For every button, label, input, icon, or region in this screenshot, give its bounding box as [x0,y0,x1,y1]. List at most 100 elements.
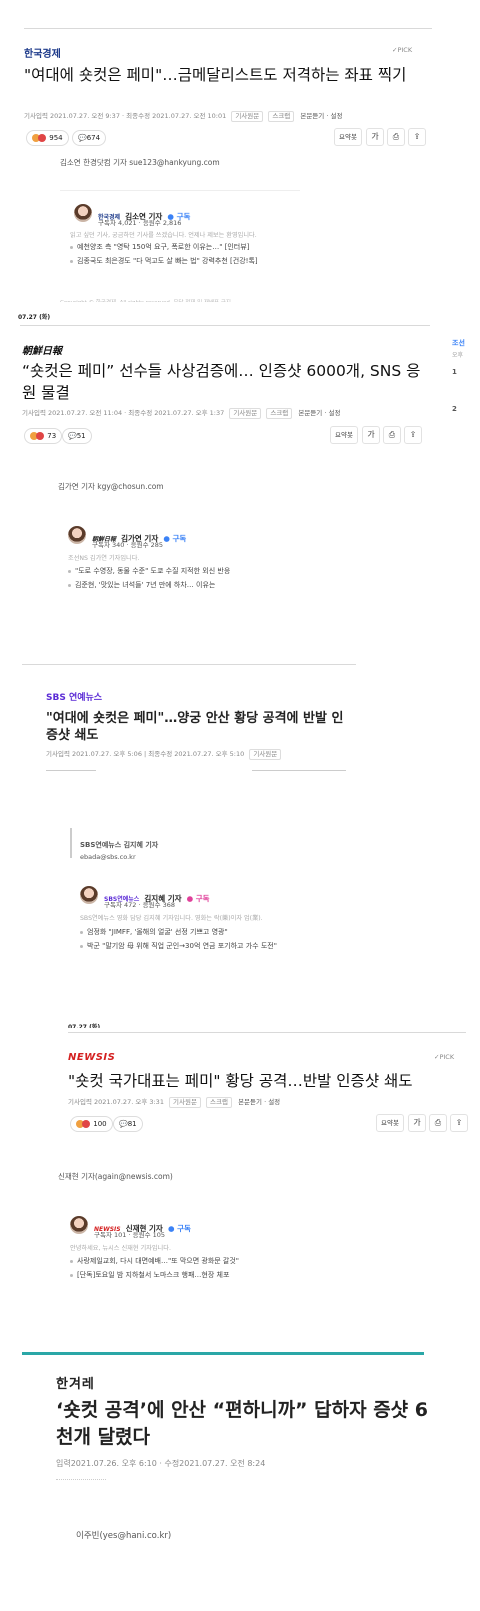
avatar [68,526,86,544]
article-meta: 기사입력 2021.07.27. 오전 9:37 · 최종수정 2021.07.… [24,110,342,122]
avatar [74,204,92,222]
article-title: ‘숏컷 공격’에 안산 “편하니까” 답하자 증샷 6천개 달렸다 [56,1399,428,1448]
reporter-stats: 구독자 4,021 · 응원수 2,816 [98,219,182,227]
side-panel-time: 오후 [452,352,464,359]
press-logo: SBS 연예뉴스 [46,693,103,703]
meta-dates: 기사입력 2021.07.27. 오후 3:31 [68,1098,164,1106]
original-link[interactable]: 기사원문 [231,111,264,122]
summary-bot-button[interactable]: 요약봇 [376,1114,404,1132]
divider [60,190,300,191]
reporter-article-link[interactable]: 엄정화 "JIMFF, '올해의 얼굴' 선정 기쁘고 영광" [80,927,228,937]
comment-button[interactable]: 💬81 [113,1116,143,1132]
reporter-stats: 구독자 101 · 응원수 105 [94,1231,166,1239]
reporter-desc: 읽고 싶던 기사, 궁금하던 기사를 쓰겠습니다. 언제나 제보는 환영입니다. [70,232,257,239]
share-icon[interactable]: ⇪ [408,128,426,146]
reaction-count: 73 [47,432,57,440]
divider [20,325,430,326]
scrap-button[interactable]: 스크랩 [268,111,295,122]
article-meta: 기사입력 2021.07.27. 오후 5:06 | 최종수정 2021.07.… [46,748,282,760]
reporter-article-link[interactable]: [단독]토요일 밤 지하철서 노마스크 행패…현장 체포 [70,1270,229,1280]
side-rank-1[interactable]: 1 [452,368,457,376]
article-title: "숏컷 국가대표는 페미" 황당 공격…반발 인증샷 쇄도 [68,1072,413,1090]
reporter-byline: 김가연 기자 kgy@chosun.com [58,482,164,491]
comment-button[interactable]: 💬674 [72,130,107,146]
meta-dates: 기사입력 2021.07.27. 오후 5:06 | 최종수정 2021.07.… [46,750,245,758]
subscribe-button[interactable]: ● 구독 [187,894,210,903]
font-size-button[interactable]: 가 [362,426,380,444]
reporter-byline: 김소연 한경닷컴 기자 sue123@hankyung.com [60,158,220,167]
divider [56,1479,106,1480]
divider [22,664,356,665]
comment-count: 674 [86,134,101,142]
comment-count: 51 [76,432,86,440]
reaction-button[interactable]: 954 [26,130,69,146]
date-strip: 07.27 (화) [18,314,51,321]
reporter-desc: SBS연예뉴스 영화 담당 김지혜 기자입니다. 영화는 락(樂)이자 업(業)… [80,915,263,922]
reaction-count: 100 [93,1120,107,1128]
press-logo: 한겨레 [56,1377,95,1392]
article-meta: 입력2021.07.26. 오후 6:10 · 수정2021.07.27. 오전… [56,1459,266,1468]
reporter-desc: 안녕하세요, 뉴시스 신재현 기자입니다. [70,1245,171,1252]
article-title: “숏컷은 페미” 선수들 사상검증에… 인증샷 6000개, SNS 응원 물결 [22,362,421,402]
meta-dates: 기사입력 2021.07.27. 오전 9:37 · 최종수정 2021.07.… [24,112,227,120]
comment-icon: 💬 [68,432,77,440]
subscribe-button[interactable]: ● 구독 [163,534,186,543]
font-size-button[interactable]: 가 [366,128,384,146]
meta-dates: 기사입력 2021.07.27. 오전 11:04 · 최종수정 2021.07… [22,409,225,417]
listen-button[interactable]: 본문듣기 · 설정 [298,409,340,417]
pick-badge: ✓PICK [434,1053,455,1061]
original-link[interactable]: 기사원문 [229,408,262,419]
comment-count: 81 [127,1120,137,1128]
font-size-button[interactable]: 가 [408,1114,426,1132]
summary-bot-button[interactable]: 요약봇 [334,128,362,146]
date-strip: 07.27 (화) [68,1024,101,1028]
listen-button[interactable]: 본문듣기 · 설정 [238,1098,280,1106]
original-link[interactable]: 기사원문 [169,1097,201,1108]
article-meta: 기사입력 2021.07.27. 오후 3:31 기사원문 스크랩 본문듣기 ·… [68,1096,280,1108]
reporter-desc: 조선NS 김가연 기자입니다. [68,555,140,562]
reporter-article-link[interactable]: 박군 "말기암 母 위해 직업 군인→30억 연금 포기하고 가수 도전" [80,941,277,951]
avatar [80,886,98,904]
print-icon[interactable]: ⎙ [387,128,405,146]
summary-bot-button[interactable]: 요약봇 [330,426,358,444]
pick-badge: ✓PICK [392,46,413,54]
copyright: Copyright © 한국경제. All rights reserved. 무… [60,298,231,302]
reporter-byline: 이주빈(yes@hani.co.kr) [76,1531,172,1541]
comment-button[interactable]: 💬51 [62,428,92,444]
article-title: "여대에 숏컷은 페미"…금메달리스트도 저격하는 좌표 찍기 [24,66,407,84]
reporter-stats: 구독자 472 · 응원수 368 [104,901,176,909]
print-icon[interactable]: ⎙ [383,426,401,444]
article-title: "여대에 숏컷은 페미"…양궁 안산 황당 공격에 반발 인증샷 쇄도 [46,711,344,743]
reporter-article-link[interactable]: 김종국도 최은경도 "다 먹고도 살 빠는 법" 강력추천 [건강!톡] [70,256,258,266]
reaction-button[interactable]: 100 [70,1116,113,1132]
side-rank-2[interactable]: 2 [452,405,457,413]
reporter-article-link[interactable]: 김준현, '맛있는 녀석들' 7년 만에 하차… 이유는 [68,580,215,590]
reporter-stats: 구독자 340 · 응원수 285 [92,541,164,549]
avatar [70,1216,88,1234]
quote-bar [70,828,72,858]
print-icon[interactable]: ⎙ [429,1114,447,1132]
original-link[interactable]: 기사원문 [249,749,282,760]
press-logo: NEWSIS [68,1052,116,1063]
sad-emoji-icon [36,432,44,440]
reporter-byline: 신재현 기자(again@newsis.com) [58,1172,173,1181]
reporter-article-link[interactable]: 사랑제일교회, 다시 대면예배…"또 막으면 광화문 갈것" [70,1256,239,1266]
divider [68,1032,466,1033]
scrap-button[interactable]: 스크랩 [206,1097,232,1108]
article-meta: 기사입력 2021.07.27. 오전 11:04 · 최종수정 2021.07… [22,407,340,419]
divider [24,28,432,29]
share-icon[interactable]: ⇪ [450,1114,468,1132]
comment-icon: 💬 [119,1120,128,1128]
press-logo: 朝鮮日報 [22,346,62,357]
scrap-button[interactable]: 스크랩 [266,408,293,419]
share-icon[interactable]: ⇪ [404,426,422,444]
press-logo: 한국경제 [24,49,61,60]
sad-emoji-icon [38,134,46,142]
hani-top-bar [22,1352,424,1355]
reporter-article-link[interactable]: "도로 수영장, 동물 수준" 도쿄 수질 지적한 외신 반응 [68,566,230,576]
reaction-count: 954 [49,134,63,142]
subscribe-button[interactable]: ● 구독 [168,1224,191,1233]
listen-button[interactable]: 본문듣기 · 설정 [300,112,342,120]
reaction-button[interactable]: 73 [24,428,63,444]
reporter-article-link[interactable]: 예천양조 측 "영탁 150억 요구, 폭로한 이유는…" [인터뷰] [70,242,249,252]
